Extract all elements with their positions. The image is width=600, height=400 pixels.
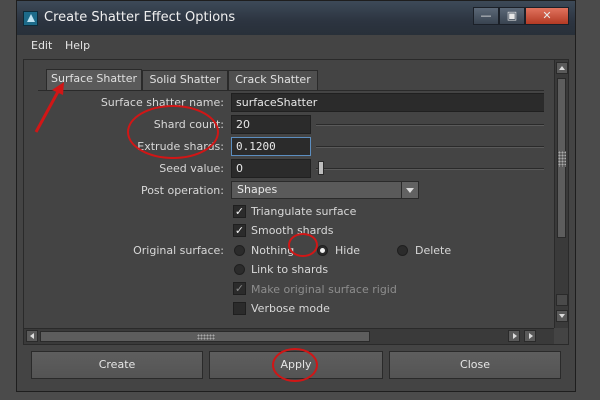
radio-hide[interactable]: [317, 245, 328, 256]
tab-crack-shatter[interactable]: Crack Shatter: [228, 70, 318, 90]
vertical-scrollbar[interactable]: [554, 60, 568, 328]
options-window: Create Shatter Effect Options — ▣ ✕ Edit…: [16, 0, 576, 392]
radio-delete-label: Delete: [415, 244, 452, 257]
original-surface-label: Original surface:: [133, 244, 224, 257]
seed-value-slider-handle[interactable]: [318, 161, 324, 175]
post-operation-value: Shapes: [237, 183, 278, 196]
tab-content: Surface shatter name: surfaceShatter Sha…: [38, 90, 544, 326]
triangulate-surface-label: Triangulate surface: [251, 205, 357, 218]
radio-link-to-shards[interactable]: [234, 264, 245, 275]
maya-app-icon: [23, 11, 38, 26]
radio-nothing[interactable]: [234, 245, 245, 256]
window-title: Create Shatter Effect Options: [44, 10, 236, 25]
seed-value-slider[interactable]: [316, 168, 544, 170]
vertical-scroll-thumb[interactable]: [557, 78, 566, 238]
grip-icon: [558, 151, 566, 167]
surface-shatter-name-field[interactable]: surfaceShatter: [231, 93, 544, 112]
annotation-circle-apply: [272, 348, 318, 382]
annotation-arrow-icon: [34, 82, 64, 133]
options-panel: Surface Shatter Solid Shatter Crack Shat…: [23, 59, 569, 345]
extrude-shards-slider[interactable]: [316, 146, 544, 148]
extrude-shards-field[interactable]: 0.1200: [231, 137, 311, 156]
minimize-button[interactable]: —: [473, 7, 499, 25]
triangulate-surface-checkbox[interactable]: ✓: [233, 205, 246, 218]
horizontal-scrollbar[interactable]: [24, 328, 554, 344]
annotation-circle-hide: [288, 233, 318, 257]
maximize-button[interactable]: ▣: [499, 7, 525, 25]
tab-solid-shatter[interactable]: Solid Shatter: [142, 70, 228, 90]
create-button[interactable]: Create: [31, 351, 203, 379]
radio-hide-label: Hide: [335, 244, 361, 257]
menu-bar: Edit Help: [17, 35, 575, 57]
title-bar[interactable]: Create Shatter Effect Options — ▣ ✕: [17, 1, 575, 35]
make-rigid-checkbox: ✓: [233, 282, 246, 295]
close-button[interactable]: Close: [389, 351, 561, 379]
verbose-mode-checkbox[interactable]: [233, 302, 246, 315]
post-operation-label: Post operation:: [140, 184, 224, 197]
shard-count-slider[interactable]: [316, 124, 544, 126]
chevron-down-icon: [401, 182, 418, 198]
vertical-scroll-grip: [556, 294, 568, 306]
smooth-shards-checkbox[interactable]: ✓: [233, 224, 246, 237]
shard-count-field[interactable]: 20: [231, 115, 311, 134]
seed-value-field[interactable]: 0: [231, 159, 311, 178]
make-rigid-label: Make original surface rigid: [251, 283, 397, 296]
scroll-right-icon[interactable]: [508, 330, 520, 342]
annotation-circle-fields: [127, 105, 219, 159]
seed-value-label: Seed value:: [159, 162, 224, 175]
scroll-right-end-icon[interactable]: [524, 330, 536, 342]
scroll-up-icon[interactable]: [556, 62, 568, 74]
verbose-mode-label: Verbose mode: [251, 302, 330, 315]
menu-help[interactable]: Help: [65, 39, 90, 52]
post-operation-dropdown[interactable]: Shapes: [231, 181, 419, 199]
radio-link-to-shards-label: Link to shards: [251, 263, 329, 276]
menu-edit[interactable]: Edit: [31, 39, 52, 52]
radio-delete[interactable]: [397, 245, 408, 256]
close-window-button[interactable]: ✕: [525, 7, 569, 25]
horizontal-scroll-thumb[interactable]: [40, 331, 370, 342]
grip-icon: [197, 334, 215, 340]
scroll-left-icon[interactable]: [26, 330, 38, 342]
scroll-down-icon[interactable]: [556, 310, 568, 322]
